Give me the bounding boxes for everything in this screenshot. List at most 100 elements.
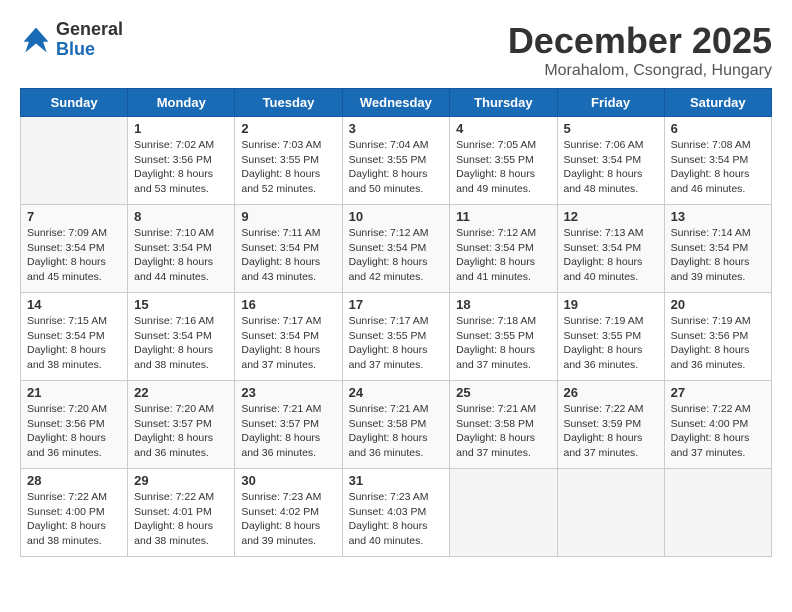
calendar-cell <box>450 469 557 557</box>
day-info: Sunrise: 7:21 AM Sunset: 3:57 PM Dayligh… <box>241 402 335 461</box>
calendar-week-row: 7Sunrise: 7:09 AM Sunset: 3:54 PM Daylig… <box>21 205 772 293</box>
day-number: 1 <box>134 121 228 136</box>
day-info: Sunrise: 7:15 AM Sunset: 3:54 PM Dayligh… <box>27 314 121 373</box>
calendar-cell: 31 Sunrise: 7:23 AM Sunset: 4:03 PM Dayli… <box>342 469 450 557</box>
day-number: 4 <box>456 121 550 136</box>
day-number: 10 <box>349 209 444 224</box>
day-number: 29 <box>134 473 228 488</box>
calendar-cell: 17 Sunrise: 7:17 AM Sunset: 3:55 PM Dayli… <box>342 293 450 381</box>
day-info: Sunrise: 7:17 AM Sunset: 3:55 PM Dayligh… <box>349 314 444 373</box>
day-number: 22 <box>134 385 228 400</box>
calendar-cell <box>664 469 771 557</box>
day-number: 3 <box>349 121 444 136</box>
day-number: 27 <box>671 385 765 400</box>
day-info: Sunrise: 7:20 AM Sunset: 3:56 PM Dayligh… <box>27 402 121 461</box>
day-info: Sunrise: 7:22 AM Sunset: 4:00 PM Dayligh… <box>27 490 121 549</box>
day-number: 12 <box>564 209 658 224</box>
calendar-cell: 28 Sunrise: 7:22 AM Sunset: 4:00 PM Dayli… <box>21 469 128 557</box>
day-info: Sunrise: 7:21 AM Sunset: 3:58 PM Dayligh… <box>349 402 444 461</box>
calendar-cell: 19 Sunrise: 7:19 AM Sunset: 3:55 PM Dayli… <box>557 293 664 381</box>
day-number: 20 <box>671 297 765 312</box>
calendar-cell: 7Sunrise: 7:09 AM Sunset: 3:54 PM Daylig… <box>21 205 128 293</box>
day-number: 2 <box>241 121 335 136</box>
day-info: Sunrise: 7:10 AM Sunset: 3:54 PM Dayligh… <box>134 226 228 285</box>
calendar-cell: 24 Sunrise: 7:21 AM Sunset: 3:58 PM Dayli… <box>342 381 450 469</box>
month-title: December 2025 <box>508 20 772 62</box>
day-info: Sunrise: 7:23 AM Sunset: 4:02 PM Dayligh… <box>241 490 335 549</box>
calendar-cell: 6 Sunrise: 7:08 AM Sunset: 3:54 PM Daylig… <box>664 117 771 205</box>
calendar-cell: 21 Sunrise: 7:20 AM Sunset: 3:56 PM Dayli… <box>21 381 128 469</box>
calendar-cell: 20Sunrise: 7:19 AM Sunset: 3:56 PM Dayli… <box>664 293 771 381</box>
day-info: Sunrise: 7:22 AM Sunset: 3:59 PM Dayligh… <box>564 402 658 461</box>
calendar-cell: 26 Sunrise: 7:22 AM Sunset: 3:59 PM Dayli… <box>557 381 664 469</box>
day-info: Sunrise: 7:03 AM Sunset: 3:55 PM Dayligh… <box>241 138 335 197</box>
day-number: 6 <box>671 121 765 136</box>
calendar-cell: 15 Sunrise: 7:16 AM Sunset: 3:54 PM Dayli… <box>128 293 235 381</box>
day-number: 25 <box>456 385 550 400</box>
day-info: Sunrise: 7:16 AM Sunset: 3:54 PM Dayligh… <box>134 314 228 373</box>
weekday-header-cell: Sunday <box>21 89 128 117</box>
calendar-cell: 25Sunrise: 7:21 AM Sunset: 3:58 PM Dayli… <box>450 381 557 469</box>
day-number: 26 <box>564 385 658 400</box>
weekday-header-cell: Wednesday <box>342 89 450 117</box>
calendar-cell: 11 Sunrise: 7:12 AM Sunset: 3:54 PM Dayli… <box>450 205 557 293</box>
day-number: 31 <box>349 473 444 488</box>
day-number: 15 <box>134 297 228 312</box>
calendar-cell: 30 Sunrise: 7:23 AM Sunset: 4:02 PM Dayli… <box>235 469 342 557</box>
calendar-cell: 9 Sunrise: 7:11 AM Sunset: 3:54 PM Daylig… <box>235 205 342 293</box>
day-number: 17 <box>349 297 444 312</box>
logo-text: General Blue <box>56 20 123 60</box>
day-info: Sunrise: 7:17 AM Sunset: 3:54 PM Dayligh… <box>241 314 335 373</box>
day-info: Sunrise: 7:13 AM Sunset: 3:54 PM Dayligh… <box>564 226 658 285</box>
day-number: 24 <box>349 385 444 400</box>
calendar-cell: 13Sunrise: 7:14 AM Sunset: 3:54 PM Dayli… <box>664 205 771 293</box>
calendar-cell: 18Sunrise: 7:18 AM Sunset: 3:55 PM Dayli… <box>450 293 557 381</box>
day-info: Sunrise: 7:22 AM Sunset: 4:01 PM Dayligh… <box>134 490 228 549</box>
day-number: 28 <box>27 473 121 488</box>
day-info: Sunrise: 7:09 AM Sunset: 3:54 PM Dayligh… <box>27 226 121 285</box>
day-info: Sunrise: 7:22 AM Sunset: 4:00 PM Dayligh… <box>671 402 765 461</box>
logo-icon <box>20 24 52 56</box>
calendar-body: 1 Sunrise: 7:02 AM Sunset: 3:56 PM Daylig… <box>21 117 772 557</box>
day-number: 9 <box>241 209 335 224</box>
day-info: Sunrise: 7:12 AM Sunset: 3:54 PM Dayligh… <box>349 226 444 285</box>
day-info: Sunrise: 7:02 AM Sunset: 3:56 PM Dayligh… <box>134 138 228 197</box>
day-number: 11 <box>456 209 550 224</box>
calendar-cell: 2 Sunrise: 7:03 AM Sunset: 3:55 PM Daylig… <box>235 117 342 205</box>
calendar-cell: 27 Sunrise: 7:22 AM Sunset: 4:00 PM Dayli… <box>664 381 771 469</box>
day-info: Sunrise: 7:19 AM Sunset: 3:55 PM Dayligh… <box>564 314 658 373</box>
calendar-table: SundayMondayTuesdayWednesdayThursdayFrid… <box>20 88 772 557</box>
calendar-cell: 16 Sunrise: 7:17 AM Sunset: 3:54 PM Dayli… <box>235 293 342 381</box>
day-info: Sunrise: 7:12 AM Sunset: 3:54 PM Dayligh… <box>456 226 550 285</box>
day-number: 18 <box>456 297 550 312</box>
day-info: Sunrise: 7:20 AM Sunset: 3:57 PM Dayligh… <box>134 402 228 461</box>
calendar-cell: 5Sunrise: 7:06 AM Sunset: 3:54 PM Daylig… <box>557 117 664 205</box>
calendar-cell <box>557 469 664 557</box>
calendar-cell: 23Sunrise: 7:21 AM Sunset: 3:57 PM Dayli… <box>235 381 342 469</box>
day-number: 16 <box>241 297 335 312</box>
calendar-week-row: 1 Sunrise: 7:02 AM Sunset: 3:56 PM Daylig… <box>21 117 772 205</box>
day-number: 14 <box>27 297 121 312</box>
day-info: Sunrise: 7:08 AM Sunset: 3:54 PM Dayligh… <box>671 138 765 197</box>
day-info: Sunrise: 7:04 AM Sunset: 3:55 PM Dayligh… <box>349 138 444 197</box>
weekday-header-cell: Monday <box>128 89 235 117</box>
weekday-header-cell: Thursday <box>450 89 557 117</box>
day-info: Sunrise: 7:23 AM Sunset: 4:03 PM Dayligh… <box>349 490 444 549</box>
location-title: Morahalom, Csongrad, Hungary <box>508 62 772 80</box>
calendar-cell: 8 Sunrise: 7:10 AM Sunset: 3:54 PM Daylig… <box>128 205 235 293</box>
day-info: Sunrise: 7:11 AM Sunset: 3:54 PM Dayligh… <box>241 226 335 285</box>
day-info: Sunrise: 7:06 AM Sunset: 3:54 PM Dayligh… <box>564 138 658 197</box>
day-info: Sunrise: 7:05 AM Sunset: 3:55 PM Dayligh… <box>456 138 550 197</box>
day-number: 30 <box>241 473 335 488</box>
weekday-header-cell: Saturday <box>664 89 771 117</box>
calendar-cell: 22 Sunrise: 7:20 AM Sunset: 3:57 PM Dayli… <box>128 381 235 469</box>
calendar-cell: 29 Sunrise: 7:22 AM Sunset: 4:01 PM Dayli… <box>128 469 235 557</box>
calendar-cell: 3 Sunrise: 7:04 AM Sunset: 3:55 PM Daylig… <box>342 117 450 205</box>
day-number: 8 <box>134 209 228 224</box>
weekday-header-cell: Friday <box>557 89 664 117</box>
calendar-cell: 4 Sunrise: 7:05 AM Sunset: 3:55 PM Daylig… <box>450 117 557 205</box>
calendar-week-row: 28 Sunrise: 7:22 AM Sunset: 4:00 PM Dayli… <box>21 469 772 557</box>
calendar-cell: 10 Sunrise: 7:12 AM Sunset: 3:54 PM Dayli… <box>342 205 450 293</box>
day-number: 19 <box>564 297 658 312</box>
day-number: 21 <box>27 385 121 400</box>
